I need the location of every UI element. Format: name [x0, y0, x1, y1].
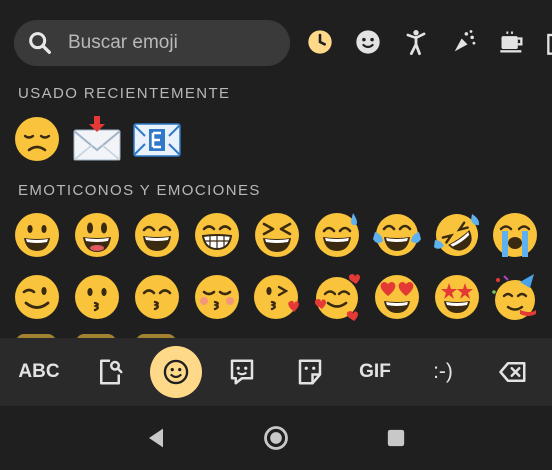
emoji-tears-of-joy[interactable]: [372, 210, 422, 260]
tab-people[interactable]: [402, 28, 430, 56]
emoji-disappointed-face[interactable]: [12, 114, 62, 164]
smiley-icon: [356, 30, 380, 54]
sticker-search-icon: [100, 359, 123, 385]
recents-square-icon: [387, 429, 405, 447]
emoji-squinting-face[interactable]: [252, 210, 302, 260]
emoji-grinning-face[interactable]: [12, 210, 62, 260]
abc-button[interactable]: ABC: [14, 348, 64, 396]
e-mail-icon: [133, 123, 181, 157]
tears-of-joy-icon: [373, 214, 421, 256]
rolling-laughing-icon: [434, 214, 480, 256]
emoji-icon: [163, 359, 189, 385]
home-circle-icon: [264, 426, 288, 450]
search-icon: [29, 32, 51, 54]
kissing-smiling-eyes-icon: [135, 275, 179, 319]
emoji-kitchen-icon: [230, 359, 254, 385]
squinting-face-icon: [255, 213, 299, 257]
kissing-closed-eyes-icon: [195, 275, 239, 319]
grinning-sweat-icon: [315, 213, 359, 257]
emoji-winking-face[interactable]: [12, 272, 62, 322]
sticker-search-button[interactable]: [90, 348, 130, 396]
recents-button[interactable]: [382, 424, 410, 452]
delete-button[interactable]: [490, 348, 536, 396]
sticker-button[interactable]: [290, 348, 330, 396]
category-tabs: [300, 22, 552, 72]
face-blowing-kiss-icon: [254, 275, 299, 319]
emoji-kitchen-button[interactable]: [222, 348, 262, 396]
emoji-kissing-smiling-eyes[interactable]: [132, 272, 182, 322]
emoji-tab-button[interactable]: [150, 346, 202, 398]
grinning-big-eyes-icon: [75, 213, 119, 257]
grinning-smiling-eyes-icon: [135, 213, 179, 257]
gif-button[interactable]: GIF: [350, 348, 400, 396]
heart-eyes-icon: [375, 275, 419, 319]
emoji-e-mail[interactable]: [132, 114, 182, 164]
winking-face-icon: [15, 275, 59, 319]
incoming-envelope-icon: [73, 116, 121, 161]
emoji-partying-face[interactable]: [490, 272, 540, 322]
food-icon: [500, 31, 523, 53]
tab-recent[interactable]: [306, 28, 334, 56]
beaming-face-icon: [195, 213, 239, 257]
search-placeholder: Buscar emoji: [68, 32, 178, 53]
grinning-face-icon: [15, 213, 59, 257]
emoji-heart-eyes[interactable]: [372, 272, 422, 322]
emoji-rolling-laughing[interactable]: [432, 210, 482, 260]
emoji-grinning-smiling-eyes[interactable]: [132, 210, 182, 260]
star-struck-icon: [435, 275, 479, 319]
section-title-recent: USADO RECIENTEMENTE: [18, 85, 231, 102]
emoji-kissing-face[interactable]: [72, 272, 122, 322]
activity-icon: [454, 30, 476, 52]
tab-smileys[interactable]: [354, 28, 382, 56]
disappointed-face-icon: [15, 117, 59, 161]
home-button[interactable]: [262, 424, 290, 452]
more-icon: [547, 33, 552, 55]
back-triangle-icon: [149, 428, 163, 448]
kissing-face-icon: [75, 275, 119, 319]
emoji-grinning-big-eyes[interactable]: [72, 210, 122, 260]
sticker-icon: [298, 359, 322, 385]
emoji-grinning-sweat[interactable]: [312, 210, 362, 260]
emoji-incoming-envelope[interactable]: [72, 114, 122, 164]
keyboard-toolbar: ABC GIF :-): [0, 338, 552, 406]
system-navigation-bar: [0, 406, 552, 470]
smiling-hearts-icon: [314, 274, 360, 321]
emoji-beaming-face[interactable]: [192, 210, 242, 260]
person-icon: [406, 29, 426, 56]
emoji-face-blowing-kiss[interactable]: [252, 272, 302, 322]
search-bar[interactable]: Buscar emoji: [14, 20, 290, 66]
emoji-kissing-closed-eyes[interactable]: [192, 272, 242, 322]
tab-food[interactable]: [498, 28, 526, 56]
partying-face-icon: [492, 274, 536, 320]
emoji-loudly-crying[interactable]: [490, 210, 540, 260]
section-title-emotions: EMOTICONOS Y EMOCIONES: [18, 182, 261, 199]
tab-more[interactable]: [546, 28, 552, 56]
backspace-icon: [499, 362, 526, 382]
emoji-smiling-hearts[interactable]: [312, 272, 362, 322]
back-button[interactable]: [142, 424, 170, 452]
emoji-star-struck[interactable]: [432, 272, 482, 322]
loudly-crying-icon: [493, 213, 537, 257]
emoticon-button[interactable]: :-): [420, 348, 466, 396]
tab-activities[interactable]: [450, 28, 478, 56]
emoji-header: Buscar emoji: [0, 0, 552, 78]
recent-icon: [308, 30, 332, 54]
